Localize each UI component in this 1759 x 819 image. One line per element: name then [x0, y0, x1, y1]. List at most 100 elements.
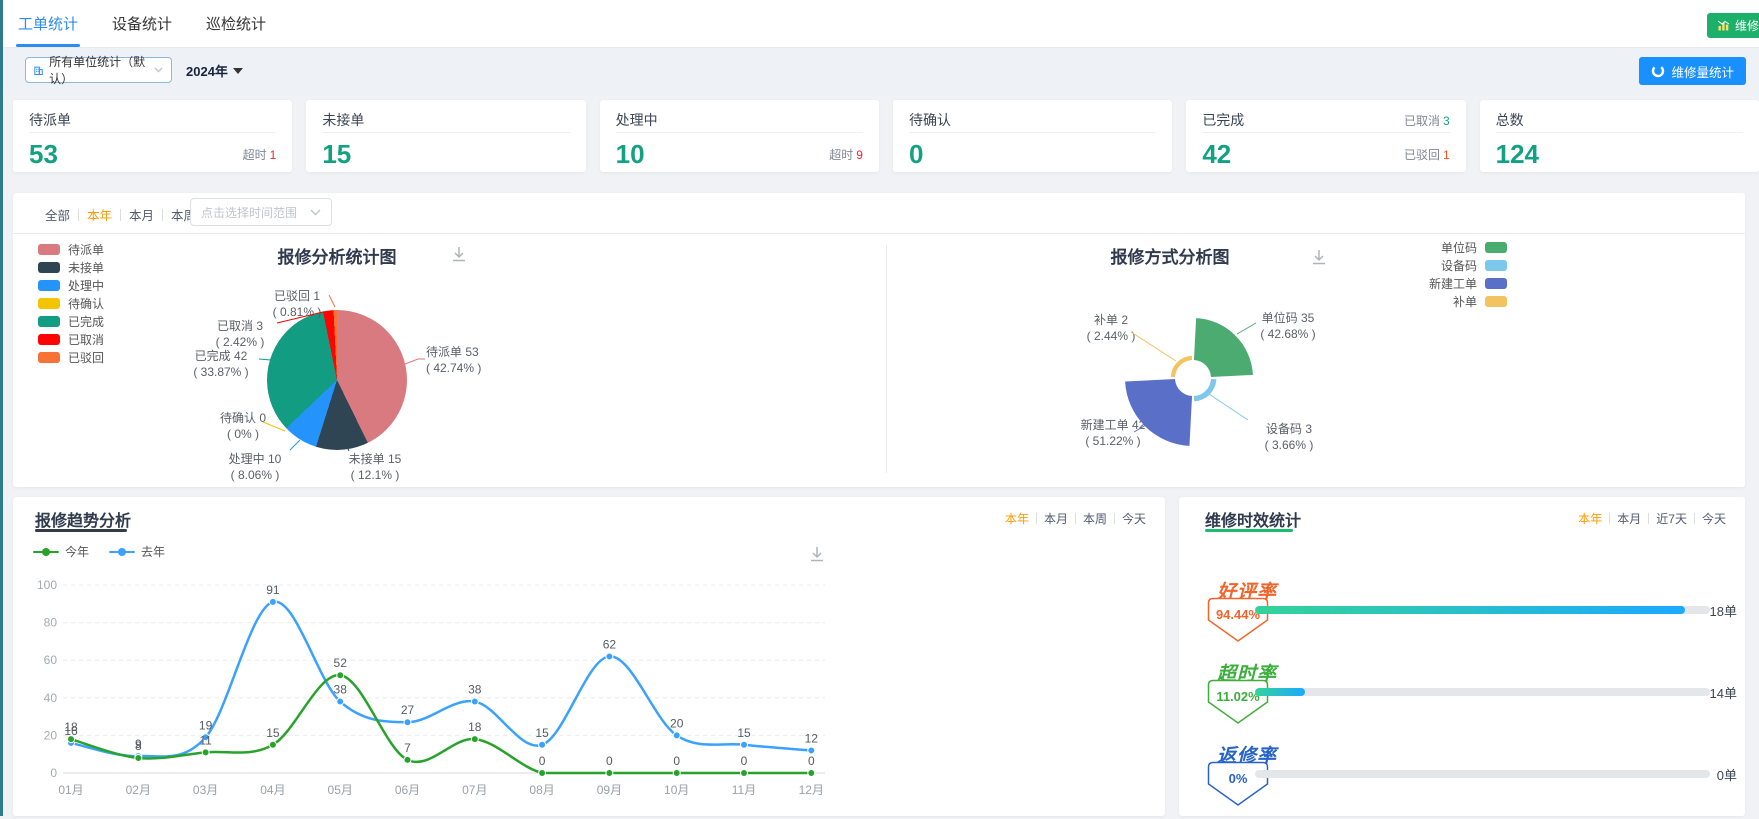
svg-text:15: 15: [737, 726, 751, 740]
legend-item-新建工单[interactable]: 新建工单: [1401, 274, 1507, 292]
svg-text:52: 52: [334, 656, 348, 670]
svg-text:06月: 06月: [395, 783, 420, 797]
stat-value: 42: [1202, 138, 1232, 169]
time-tab-本月[interactable]: 本月: [121, 205, 162, 224]
progress-fill: [1255, 606, 1685, 614]
stat-extra: 已驳回 1: [1403, 147, 1450, 162]
pie-slice-label-待派单: 待派单 53( 42.74% ): [426, 345, 482, 375]
stat-cards-row: 待派单 53 超时 1 未接单 15 处理中 10 超时 9 待确认 0 已完成 已取消 3 42 已驳回 1 总数…: [13, 100, 1759, 172]
unit-select[interactable]: 所有单位统计（默认）: [25, 55, 172, 86]
sla-count: 0单: [1716, 768, 1737, 783]
divider: [13, 233, 1745, 234]
svg-text:94.44%: 94.44%: [1216, 607, 1261, 622]
svg-text:18: 18: [64, 720, 78, 734]
svg-text:11: 11: [199, 733, 212, 747]
volume-stats-button[interactable]: 维修量统计: [1639, 57, 1746, 85]
stat-value: 124: [1495, 138, 1540, 169]
rose-petal-补单: [1170, 355, 1193, 378]
badge-shield: 11.02%: [1207, 679, 1269, 730]
legend-item-处理中[interactable]: 处理中: [38, 276, 104, 294]
svg-text:38: 38: [334, 683, 348, 697]
sla-row-超时率: 超时率 11.02% 14单: [1179, 659, 1745, 737]
stat-value: 10: [615, 138, 645, 169]
svg-text:02月: 02月: [126, 783, 151, 797]
svg-text:12: 12: [805, 731, 819, 745]
legend-item-待确认[interactable]: 待确认: [38, 294, 104, 312]
timeliness-time-tabs: 本年 本月 近7天 今天: [1571, 510, 1733, 527]
sla-tab-本年[interactable]: 本年: [1571, 510, 1609, 527]
sla-tab-近7天[interactable]: 近7天: [1649, 510, 1694, 527]
timeliness-title-underline: [1205, 529, 1293, 532]
rose-label-新建工单: 新建工单 42( 51.22% ): [1080, 418, 1146, 448]
time-tab-本年[interactable]: 本年: [79, 205, 120, 224]
svg-text:10月: 10月: [664, 783, 689, 797]
svg-text:80: 80: [44, 616, 58, 630]
svg-text:19: 19: [199, 718, 213, 732]
progress-track: [1255, 770, 1710, 778]
svg-text:05月: 05月: [328, 783, 353, 797]
legend-item-待派单[interactable]: 待派单: [38, 240, 104, 258]
trend-line-chart[interactable]: 02040608010001月 02月 03月 04月 05月 06月 07月 08月 09月 1…: [13, 497, 1165, 816]
time-tab-全部[interactable]: 全部: [45, 205, 78, 224]
svg-text:03月: 03月: [193, 783, 218, 797]
stat-extra: 已取消 3: [1403, 113, 1450, 128]
tab-3[interactable]: 巡检统计: [204, 0, 268, 47]
stat-label: 未接单: [322, 112, 365, 128]
legend-item-未接单[interactable]: 未接单: [38, 258, 104, 276]
stat-extra: 超时 1: [242, 147, 277, 162]
progress-fill: [1255, 688, 1306, 696]
legend-item-已取消[interactable]: 已取消: [38, 330, 104, 348]
svg-text:09月: 09月: [597, 783, 622, 797]
bar-chart-icon: [1717, 20, 1730, 31]
tab-1[interactable]: 工单统计: [16, 0, 81, 47]
stat-card: 总数 124: [1479, 100, 1759, 172]
rose-petal-设备码: [1193, 378, 1217, 402]
download-icon[interactable]: [1310, 248, 1328, 271]
svg-text:01月: 01月: [58, 783, 83, 797]
left-edge-strip: [0, 0, 3, 816]
svg-text:0: 0: [808, 754, 815, 768]
main-tabs: 工单统计 设备统计 巡检统计: [16, 0, 268, 47]
top-tab-bar: 工单统计设备统计巡检统计 维修年报: [0, 0, 1759, 48]
timeliness-card: 维修时效统计 本年 本月 近7天 今天 好评率 94.44% 18单 超时率 11.02% 14…: [1179, 497, 1745, 816]
stat-label: 总数: [1495, 112, 1524, 128]
sla-row-返修率: 返修率 0% 0单: [1179, 741, 1745, 819]
legend-item-已驳回[interactable]: 已驳回: [38, 348, 104, 366]
svg-text:62: 62: [603, 637, 617, 651]
pie-slice-label-已完成: 已完成 42( 33.87% ): [193, 349, 249, 379]
trend-line-去年: [70, 600, 812, 758]
pie-chart-title: 报修分析统计图: [277, 248, 397, 267]
svg-text:11.02%: 11.02%: [1216, 689, 1260, 704]
chevron-down-icon: [310, 209, 321, 215]
sla-tab-今天[interactable]: 今天: [1695, 510, 1733, 527]
download-icon[interactable]: [450, 245, 468, 268]
svg-text:11月: 11月: [732, 783, 756, 797]
progress-track: [1255, 688, 1710, 696]
analysis-charts-card: 全部本年本月本周今天 点击选择时间范围 报修分析统计图 待派单未接单处理中待确认…: [13, 193, 1745, 487]
svg-text:27: 27: [401, 703, 415, 717]
stat-value: 0: [908, 138, 924, 169]
svg-text:0: 0: [606, 754, 613, 768]
pie-slice-label-已取消: 已取消 3( 2.42% ): [215, 319, 265, 349]
download-icon: [453, 247, 465, 262]
svg-text:20: 20: [670, 716, 684, 730]
legend-item-补单[interactable]: 补单: [1401, 292, 1507, 310]
year-select[interactable]: 2024年: [186, 61, 243, 80]
tab-2[interactable]: 设备统计: [110, 0, 174, 47]
stat-label: 已完成: [1202, 112, 1245, 128]
legend-item-单位码[interactable]: 单位码: [1401, 238, 1507, 256]
annual-report-button[interactable]: 维修年报: [1706, 13, 1759, 38]
legend-item-设备码[interactable]: 设备码: [1401, 256, 1507, 274]
repair-analysis-pie[interactable]: [267, 310, 407, 450]
stat-value: 53: [29, 138, 58, 169]
stat-label: 待派单: [29, 112, 71, 128]
download-icon: [1313, 250, 1325, 265]
pie-slice-label-已驳回: 已驳回 1( 0.81% ): [272, 289, 322, 319]
time-range-select[interactable]: 点击选择时间范围: [190, 198, 332, 226]
pie-slice-label-处理中: 处理中 10( 8.06% ): [228, 452, 282, 482]
rose-label-设备码: 设备码 3( 3.66% ): [1264, 422, 1314, 452]
volume-stats-label: 维修量统计: [1671, 65, 1734, 80]
sla-tab-本月[interactable]: 本月: [1610, 510, 1648, 527]
legend-item-已完成[interactable]: 已完成: [38, 312, 104, 330]
svg-text:0: 0: [539, 754, 546, 768]
